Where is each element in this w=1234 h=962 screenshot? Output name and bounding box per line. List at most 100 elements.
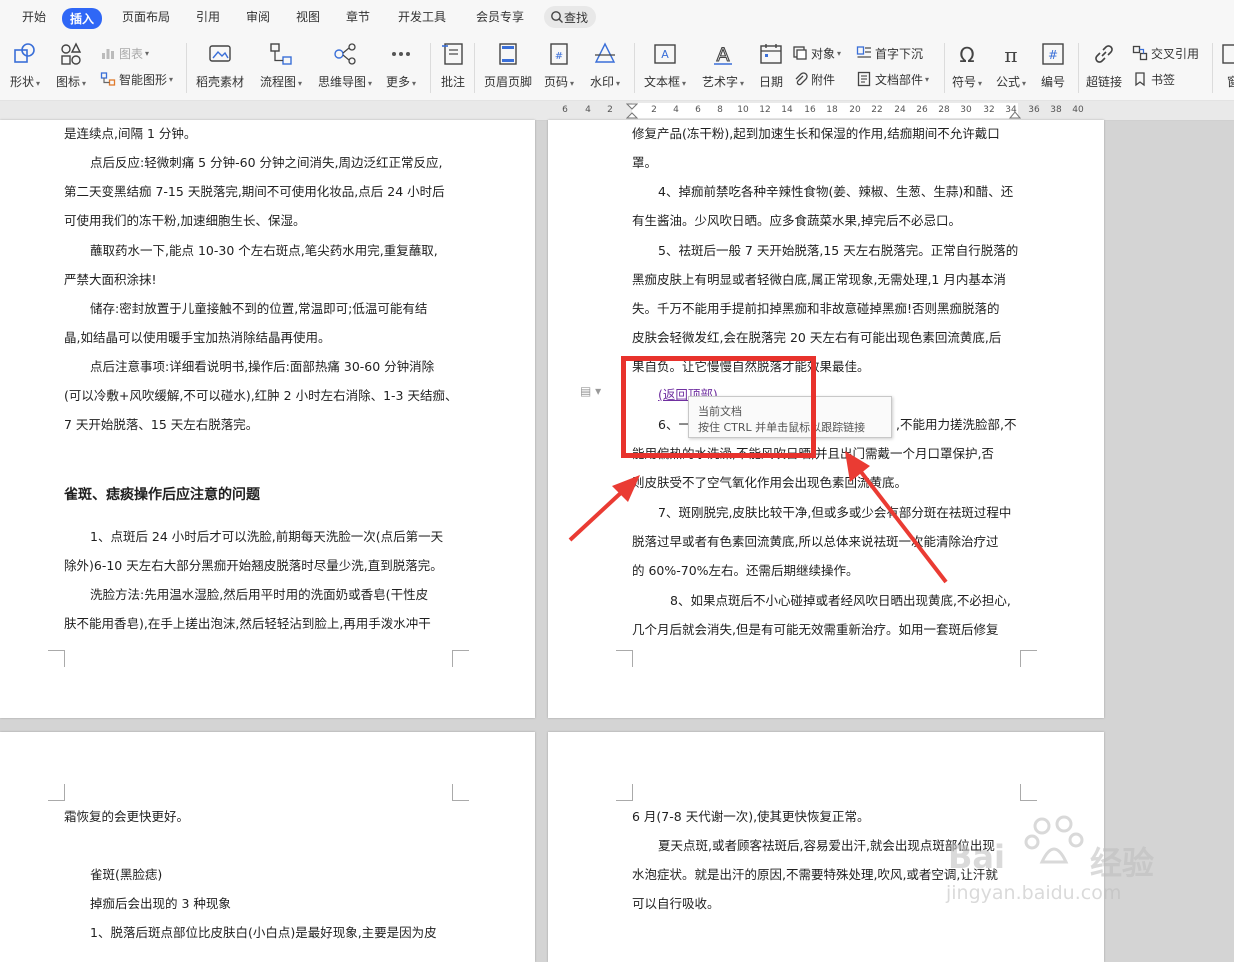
menu-tab-view[interactable]: 视图: [296, 8, 320, 25]
menu-tab-developer[interactable]: 开发工具: [398, 8, 446, 25]
bookmark-icon: [1135, 72, 1145, 87]
menu-tab-start[interactable]: 开始: [22, 8, 46, 25]
symbol-label: 符号: [952, 75, 977, 89]
search-box[interactable]: 查找: [544, 6, 597, 28]
page-corner-mark: [452, 650, 469, 667]
drop-cap-button[interactable]: 首字下沉: [856, 43, 923, 63]
header-footer-button[interactable]: 页眉页脚: [484, 41, 532, 90]
body-text-line: 修复产品(冻干粉),起到加速生长和保湿的作用,结痂期间不允许戴口: [632, 126, 1000, 141]
body-text-line: 洗脸方法:先用温水湿脸,然后用平时用的洗面奶或香皂(干性皮: [90, 587, 429, 602]
page-corner-mark: [616, 650, 633, 667]
watermark-url: jingyan.baidu.com: [946, 882, 1122, 904]
menu-tab-insert[interactable]: 插入: [62, 8, 103, 29]
shape-icon: [14, 43, 35, 63]
svg-text:A: A: [661, 48, 669, 61]
paperclip-icon: [795, 72, 808, 86]
window-icon: [1222, 44, 1234, 64]
formula-label: 公式: [996, 75, 1021, 89]
menu-tab-page-layout[interactable]: 页面布局: [122, 8, 170, 25]
date-button[interactable]: 日期: [758, 41, 784, 90]
flowchart-label: 流程图: [260, 75, 297, 89]
ribbon-separator: [1212, 43, 1213, 93]
chart-button[interactable]: 图表 ▾: [100, 43, 149, 63]
ribbon-toolbar: 形状 ▾ 图标 ▾ 图表 ▾ 智能图形 ▾ 稻壳素材 流程图 ▾ 思维导图 ▾ 更多 ▾ 批注…: [0, 37, 1234, 101]
docer-material-button[interactable]: 稻壳素材: [196, 41, 244, 90]
page-corner-mark: [452, 784, 469, 801]
body-text-line: 失。千万不能用手提前扣掉黑痂和非故意碰掉黑痂!否则黑痂脱落的: [632, 301, 1000, 316]
ribbon-separator: [944, 43, 945, 93]
doc-parts-button[interactable]: 文档部件 ▾: [856, 69, 929, 89]
smart-art-button[interactable]: 智能图形 ▾: [100, 69, 173, 89]
menu-tab-references[interactable]: 引用: [196, 8, 220, 25]
more-button[interactable]: 更多 ▾: [386, 41, 416, 90]
symbol-button[interactable]: Ω 符号 ▾: [952, 41, 982, 90]
search-label: 查找: [564, 10, 589, 25]
textbox-button[interactable]: A 文本框 ▾: [644, 41, 686, 90]
body-text-line: 蘸取药水一下,能点 10-30 个左右斑点,笔尖药水用完,重复蘸取,: [90, 243, 438, 258]
ruler-tick: 2: [607, 105, 613, 115]
header-footer-label: 页眉页脚: [484, 75, 533, 89]
menu-tab-review[interactable]: 审阅: [246, 8, 270, 25]
header-footer-icon: [499, 43, 517, 65]
mindmap-button[interactable]: 思维导图 ▾: [318, 41, 372, 90]
ruler-tick: 32: [983, 105, 995, 115]
flowchart-button[interactable]: 流程图 ▾: [260, 41, 302, 90]
drop-cap-icon: [856, 46, 871, 58]
body-text-line: 几个月后就会消失,但是有可能无效需重新治疗。如用一套斑后修复: [632, 622, 999, 637]
doc-parts-icon: [857, 71, 871, 87]
watermark-button[interactable]: 水印 ▾: [590, 41, 620, 90]
ruler-tick: 18: [826, 105, 838, 115]
shape-button[interactable]: 形状 ▾: [10, 41, 40, 90]
menu-tab-member[interactable]: 会员专享: [476, 8, 524, 25]
body-text-line: 霜恢复的会更快更好。: [64, 809, 190, 824]
ruler-tick: 28: [938, 105, 950, 115]
ruler-tick: 2: [651, 105, 657, 115]
wordart-button[interactable]: A 艺术字 ▾: [702, 41, 744, 90]
svg-text:Ω: Ω: [959, 43, 974, 67]
omega-icon: Ω: [959, 43, 974, 67]
body-text-line: 皮肤会轻微发红,会在脱落完 20 天左右有可能出现色素回流黄底,后: [632, 330, 1002, 345]
right-indent-marker-icon[interactable]: [1009, 107, 1021, 119]
hyperlink-button[interactable]: 超链接: [1086, 41, 1122, 90]
body-text-line: 7 天开始脱落、15 天左右脱落完。: [64, 417, 259, 432]
ruler-tick: 30: [960, 105, 972, 115]
hyperlink-label: 超链接: [1086, 75, 1123, 89]
svg-text:A: A: [717, 44, 730, 66]
cross-reference-label: 交叉引用: [1151, 46, 1200, 61]
attachment-button[interactable]: 附件: [792, 69, 835, 89]
window-label: 窗: [1226, 75, 1234, 89]
ruler-tick: 4: [585, 105, 591, 115]
body-text-line: 1、点斑后 24 小时后才可以洗脸,前期每天洗脸一次(点后第一天: [90, 529, 444, 544]
shape-label: 形状: [10, 75, 35, 89]
indent-marker-icon[interactable]: [626, 103, 638, 119]
link-icon: [1095, 45, 1113, 63]
menu-tab-chapter[interactable]: 章节: [346, 8, 370, 25]
comment-button[interactable]: 批注: [440, 41, 466, 90]
window-button[interactable]: 窗: [1220, 41, 1234, 90]
body-text-line: 晶,如结晶可以使用暖手宝加热消除结晶再使用。: [64, 330, 331, 345]
date-label: 日期: [758, 75, 783, 89]
object-button[interactable]: 对象 ▾: [792, 43, 841, 63]
cross-reference-button[interactable]: 交叉引用: [1132, 43, 1199, 63]
chart-icon: [102, 49, 114, 59]
object-label: 对象: [811, 46, 836, 61]
body-text-line: 5、祛斑后一般 7 天开始脱落,15 天左右脱落完。正常自行脱落的: [658, 243, 1019, 258]
page-number-button[interactable]: # 页码 ▾: [544, 41, 574, 90]
bookmark-button[interactable]: 书签: [1132, 69, 1175, 89]
ruler-tick: 6: [695, 105, 701, 115]
ruler-tick: 4: [673, 105, 679, 115]
doc-parts-label: 文档部件: [875, 72, 924, 87]
formula-button[interactable]: π 公式 ▾: [996, 41, 1026, 90]
numbering-button[interactable]: # 编号: [1040, 41, 1066, 90]
textbox-label: 文本框: [644, 75, 681, 89]
textbox-icon: A: [654, 44, 676, 64]
ruler-tick: 12: [759, 105, 771, 115]
body-text-line: 1、脱落后斑点部位比皮肤白(小白点)是最好现象,主要是因为皮: [90, 925, 437, 940]
icon-library-button[interactable]: 图标 ▾: [56, 41, 86, 90]
paragraph-layout-icon[interactable]: ▤ ▾: [580, 384, 601, 398]
ruler-tick: 26: [916, 105, 928, 115]
horizontal-ruler[interactable]: 6 4 2 2 4 6 8 10 12 14 16 18 20 22 24 26…: [0, 101, 1234, 121]
numbering-icon: #: [1042, 43, 1064, 65]
ruler-tick: 38: [1050, 105, 1062, 115]
ruler-tick: 16: [804, 105, 816, 115]
